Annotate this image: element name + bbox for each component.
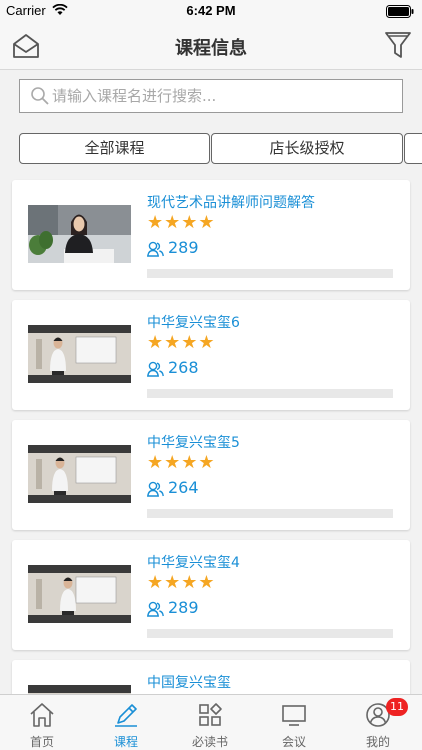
- course-title: 中华复兴宝玺4: [147, 555, 240, 571]
- pencil-icon: [115, 704, 137, 727]
- grid-icon: [199, 703, 222, 726]
- tab-required-reading[interactable]: 必读书: [168, 695, 252, 750]
- course-title: 中国复兴宝玺: [147, 675, 231, 691]
- tab-home[interactable]: 首页: [0, 695, 84, 750]
- course-card[interactable]: 中华复兴宝玺5 ★★★★ 264: [12, 420, 410, 530]
- course-thumbnail: [28, 325, 131, 383]
- tab-label: 必读书: [191, 735, 228, 749]
- tab-label: 课程: [113, 735, 138, 749]
- course-title: 现代艺术品讲解师问题解答: [147, 195, 315, 211]
- viewer-count-value: 268: [168, 358, 199, 377]
- search-area: [0, 71, 422, 123]
- tab-label: 我的: [365, 735, 390, 749]
- course-card[interactable]: 中华复兴宝玺6 ★★★★ 268: [12, 300, 410, 410]
- viewer-count-value: 289: [168, 238, 199, 257]
- status-bar: Carrier 6:42 PM: [0, 0, 422, 22]
- tab-mine[interactable]: 11 我的: [336, 695, 420, 750]
- course-title: 中华复兴宝玺5: [147, 435, 240, 451]
- rating-stars: ★★★★: [147, 212, 216, 233]
- page-title: 课程信息: [175, 38, 247, 59]
- users-icon: [147, 241, 164, 257]
- filter-tab-all-courses[interactable]: 全部课程: [19, 133, 210, 164]
- course-card[interactable]: 现代艺术品讲解师问题解答 ★★★★ 289: [12, 180, 410, 290]
- tab-meetings[interactable]: 会议: [252, 695, 336, 750]
- search-box[interactable]: [19, 79, 403, 113]
- viewer-count-value: 264: [168, 478, 199, 497]
- tab-bar: 首页 课程 必读书 会议 11 我的: [0, 694, 422, 750]
- tab-label: 会议: [281, 735, 306, 749]
- viewer-count-value: 289: [168, 598, 199, 617]
- course-thumbnail: [28, 565, 131, 623]
- filter-tab-manager-authorization[interactable]: 店长级授权: [211, 133, 403, 164]
- search-icon: [31, 87, 49, 105]
- course-thumbnail: [28, 445, 131, 503]
- progress-bar: [147, 629, 393, 638]
- monitor-icon: [282, 705, 306, 726]
- filter-tabs: 全部课程 店长级授权: [19, 133, 422, 165]
- progress-bar: [147, 509, 393, 518]
- filter-icon[interactable]: [384, 30, 412, 60]
- rating-stars: ★★★★: [147, 572, 216, 593]
- search-input[interactable]: [52, 80, 392, 112]
- rating-stars: ★★★★: [147, 332, 216, 353]
- course-title: 中华复兴宝玺6: [147, 315, 240, 331]
- nav-bar: 课程信息: [0, 22, 422, 70]
- users-icon: [147, 601, 164, 617]
- tab-label: 首页: [29, 735, 54, 749]
- tab-courses[interactable]: 课程: [84, 695, 168, 750]
- battery-icon: [386, 5, 414, 18]
- status-time: 6:42 PM: [186, 3, 236, 18]
- home-icon: [30, 703, 54, 727]
- users-icon: [147, 481, 164, 497]
- course-thumbnail: [28, 205, 131, 263]
- users-icon: [147, 361, 164, 377]
- progress-bar: [147, 269, 393, 278]
- course-card[interactable]: 中华复兴宝玺4 ★★★★ 289: [12, 540, 410, 650]
- filter-tab-more[interactable]: [404, 133, 422, 164]
- screen: Carrier 6:42 PM 课程信息 请输入课程名进行搜索... 全部课程 …: [0, 0, 422, 750]
- progress-bar: [147, 389, 393, 398]
- rating-stars: ★★★★: [147, 452, 216, 473]
- notification-badge: 11: [386, 698, 408, 716]
